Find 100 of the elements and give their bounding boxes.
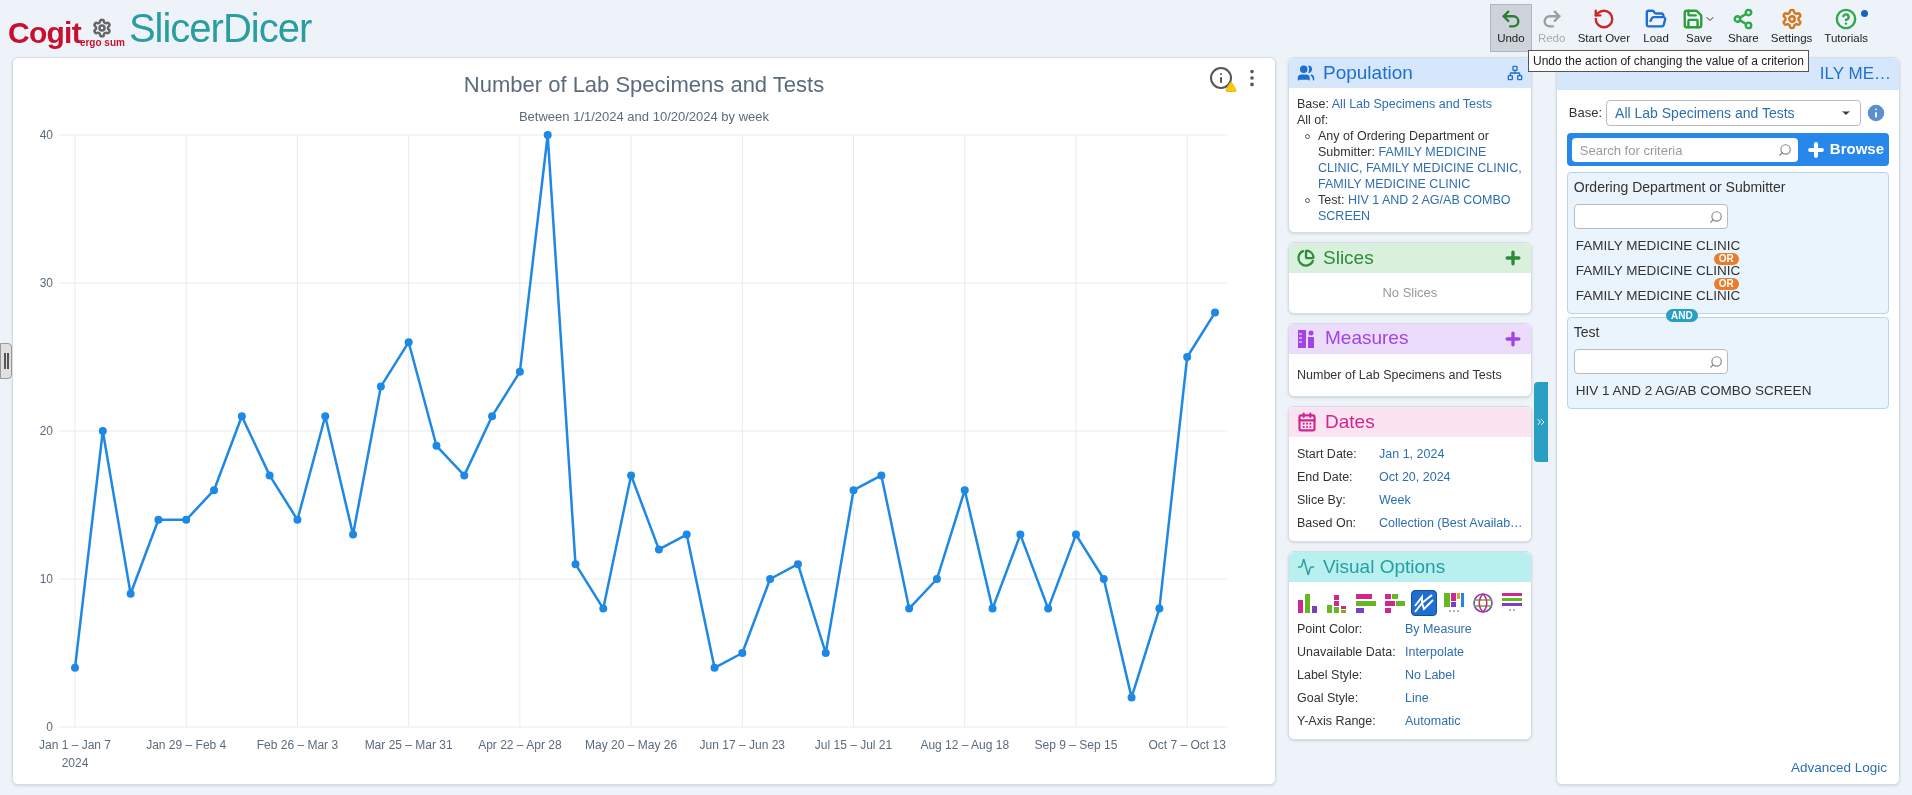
data-point <box>182 515 191 524</box>
card-title: Slices <box>1323 245 1374 270</box>
base-dropdown[interactable]: All Lab Specimens and Tests <box>1606 100 1861 126</box>
axis-label: 0 <box>46 719 53 734</box>
toolbar-button[interactable]: Tutorials <box>1818 3 1874 52</box>
data-point <box>821 648 830 657</box>
base-text: Base: All Lab Specimens and Tests <box>1297 96 1494 112</box>
expand-tab[interactable] <box>1533 382 1548 462</box>
axis-label: Aug 12 – Aug 18 <box>920 737 1010 752</box>
data-point <box>237 411 246 420</box>
search-icon <box>1708 209 1723 224</box>
axis-label: Feb 26 – Mar 3 <box>256 737 339 752</box>
pulse-icon <box>1297 558 1315 577</box>
card-title: Population <box>1323 60 1413 85</box>
field-label: Label Style: <box>1297 667 1364 685</box>
data-point <box>349 530 358 539</box>
field-label: Based On: <box>1297 515 1358 533</box>
axis-label: Jan 29 – Feb 4 <box>146 737 227 752</box>
data-point <box>98 426 107 435</box>
settings-icon <box>1780 7 1803 30</box>
axis-label: Jun 17 – Jun 23 <box>699 737 785 752</box>
filter-field[interactable] <box>1573 349 1728 374</box>
data-point <box>515 367 524 376</box>
search-icon <box>1708 354 1723 369</box>
toolbar-button[interactable]: Undo <box>1490 3 1532 52</box>
toolbar-button[interactable]: Start Over <box>1571 3 1637 52</box>
data-point <box>321 411 330 420</box>
data-point <box>1099 574 1108 583</box>
field-value[interactable]: Automatic <box>1405 712 1461 732</box>
share-icon <box>1732 7 1755 30</box>
field-value[interactable]: Line <box>1405 689 1429 709</box>
data-point <box>599 604 608 613</box>
axis-label: Mar 25 – Mar 31 <box>364 737 453 752</box>
field-label: Goal Style: <box>1297 690 1360 708</box>
all-of-text: All of: <box>1297 112 1330 128</box>
axis-label: 30 <box>39 275 53 290</box>
card-title: Measures <box>1325 326 1409 351</box>
help-icon <box>1835 7 1858 30</box>
group-title: Test <box>1573 323 1601 342</box>
chevrons-icon <box>1534 416 1547 428</box>
field-value[interactable]: Week <box>1379 491 1411 511</box>
calendar-icon <box>1297 412 1317 433</box>
data-point <box>1155 604 1164 613</box>
criterion-text: Test: HIV 1 AND 2 AG/AB COMBO SCREEN <box>1318 192 1512 224</box>
data-point <box>488 411 497 420</box>
data-point <box>849 485 858 494</box>
info-icon[interactable] <box>1209 66 1233 90</box>
filter-field[interactable] <box>1573 204 1728 229</box>
field-label: Slice By: <box>1297 492 1347 510</box>
data-point <box>1211 308 1219 317</box>
data-point <box>432 441 441 450</box>
chart-title: Number of Lab Specimens and Tests <box>463 71 825 99</box>
base-label: Base: <box>1568 104 1603 123</box>
folder-icon <box>1645 7 1668 30</box>
toolbar-button[interactable]: Save <box>1676 3 1723 52</box>
toolbar-button[interactable]: Settings <box>1764 3 1819 52</box>
field-value[interactable]: No Label <box>1405 666 1456 686</box>
field-value[interactable]: Jan 1, 2024 <box>1379 445 1445 465</box>
reset-icon <box>1592 7 1615 30</box>
share-icon[interactable] <box>1506 65 1523 81</box>
browse-button[interactable]: Browse <box>1805 138 1884 161</box>
field-label: Point Color: <box>1297 621 1364 639</box>
field-value[interactable]: Interpolate <box>1405 643 1465 663</box>
data-point <box>571 559 580 568</box>
people-icon <box>1297 64 1315 82</box>
axis-label: Jan 1 – Jan 7 <box>38 737 112 752</box>
field-value[interactable]: By Measure <box>1405 620 1472 640</box>
field-value[interactable]: Oct 20, 2024 <box>1379 468 1451 488</box>
data-point <box>265 470 274 479</box>
axis-label: Apr 22 – Apr 28 <box>478 737 562 752</box>
chart-subtitle: Between 1/1/2024 and 10/20/2024 by week <box>518 108 770 126</box>
resize-handle[interactable] <box>0 343 12 379</box>
toolbar-button[interactable]: Load <box>1636 3 1677 52</box>
plus-icon <box>1805 139 1826 160</box>
ruler-person-icon <box>1297 328 1317 349</box>
panel-title: ILY ME… <box>1819 63 1891 86</box>
criterion-value: FAMILY MEDICINE CLINIC <box>1574 262 1742 279</box>
axis-label: Oct 7 – Oct 13 <box>1148 737 1226 752</box>
and-badge: AND <box>1666 309 1698 322</box>
axis-label: 40 <box>39 127 53 142</box>
logo-tagline: ergo sum <box>79 37 125 48</box>
advanced-logic-link[interactable]: Advanced Logic <box>1790 757 1887 778</box>
data-point <box>793 559 802 568</box>
field-value[interactable]: Collection (Best Availab… <box>1379 514 1523 534</box>
search-field[interactable]: Search for criteria <box>1571 138 1798 162</box>
field-label: Start Date: <box>1297 446 1358 464</box>
data-point <box>126 589 135 598</box>
data-point <box>932 574 941 583</box>
tooltip: Undo the action of changing the value of a criterion <box>1528 50 1809 72</box>
card-title: Visual Options <box>1323 555 1446 579</box>
data-point <box>766 574 775 583</box>
data-point <box>710 663 719 672</box>
data-point <box>154 515 163 524</box>
data-point <box>404 337 413 346</box>
data-point <box>71 663 79 672</box>
chart-type-button[interactable] <box>1411 590 1438 617</box>
axis-label: 2024 <box>61 755 89 770</box>
group-title: Ordering Department or Submitter <box>1573 178 1787 197</box>
criterion-value: FAMILY MEDICINE CLINIC <box>1574 287 1742 305</box>
data-point <box>1183 352 1192 361</box>
